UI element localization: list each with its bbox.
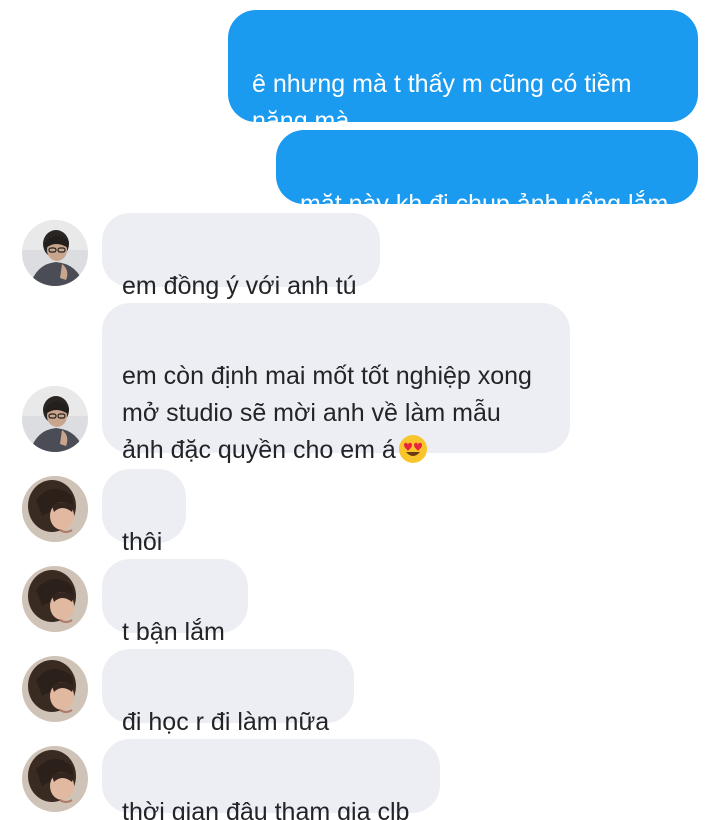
message-bubble-incoming[interactable]: em còn định mai mốt tốt nghiệp xong mở s… [102, 303, 570, 464]
avatar-user-a[interactable] [22, 220, 88, 286]
message-text: thời gian đâu tham gia clb [122, 798, 410, 820]
avatar-user-b[interactable] [22, 566, 88, 632]
message-bubble-outgoing[interactable]: ê nhưng mà t thấy m cũng có tiềm năng mà [228, 10, 698, 135]
message-bubble-incoming[interactable]: t bận lắm [102, 559, 248, 646]
message-bubble-outgoing[interactable]: mặt này kh đi chụp ảnh uổng lắm [276, 130, 698, 218]
message-text: t bận lắm [122, 618, 225, 646]
message-bubble-incoming[interactable]: thời gian đâu tham gia clb [102, 739, 440, 820]
chat-thread: ê nhưng mà t thấy m cũng có tiềm năng mà… [0, 0, 720, 820]
message-text: thôi [122, 528, 163, 556]
message-bubble-incoming[interactable]: em đồng ý với anh tú [102, 213, 380, 300]
message-text: đi học r đi làm nữa [122, 708, 330, 736]
avatar-user-b[interactable] [22, 476, 88, 542]
message-bubble-incoming[interactable]: đi học r đi làm nữa [102, 649, 354, 736]
avatar-user-b[interactable] [22, 656, 88, 722]
heart-eyes-emoji [398, 434, 428, 464]
message-bubble-incoming[interactable]: thôi [102, 469, 186, 556]
message-text: ê nhưng mà t thấy m cũng có tiềm năng mà [252, 70, 632, 135]
avatar-user-b[interactable] [22, 746, 88, 812]
message-text: em còn định mai mốt tốt nghiệp xong mở s… [122, 362, 532, 464]
avatar-user-a[interactable] [22, 386, 88, 452]
message-text: em đồng ý với anh tú [122, 272, 357, 300]
